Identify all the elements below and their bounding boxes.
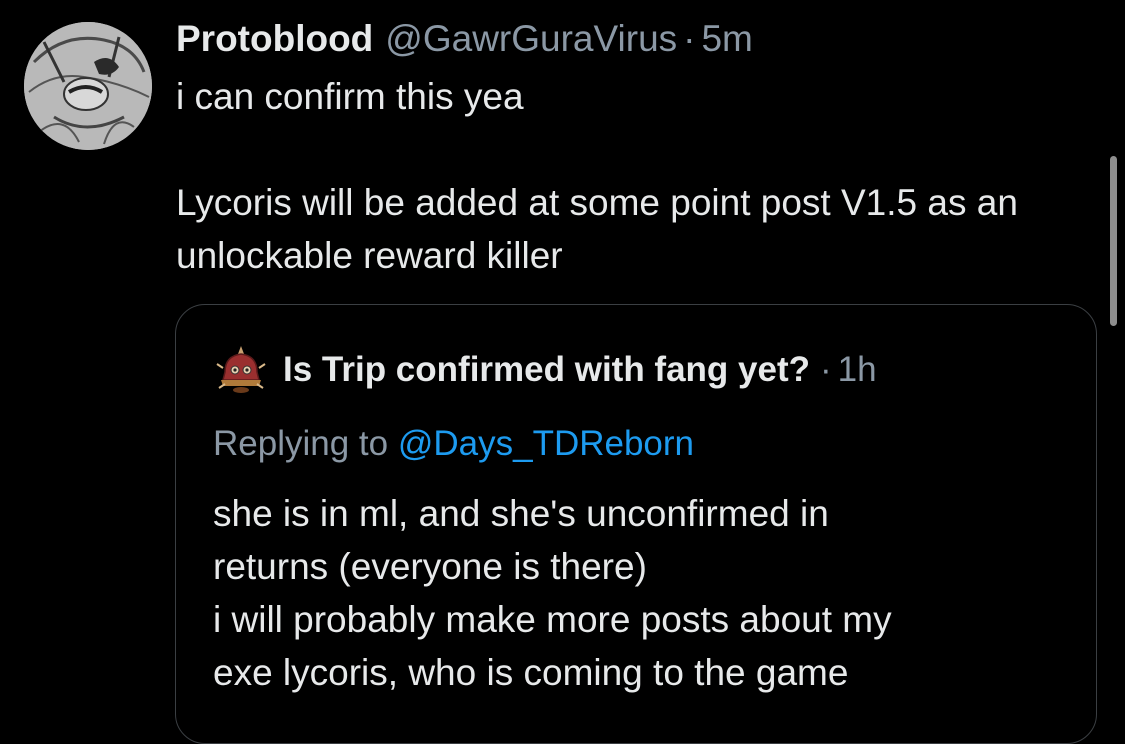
- quoted-user-avatar[interactable]: [213, 342, 269, 398]
- tweet-header: Protoblood @GawrGuraVirus · 5m: [176, 14, 753, 64]
- quoted-display-name[interactable]: Is Trip confirmed with fang yet?: [283, 350, 810, 390]
- user-avatar[interactable]: [24, 22, 152, 150]
- quoted-text-line: i will probably make more posts about my: [213, 599, 892, 640]
- replying-prefix: Replying to: [213, 424, 398, 463]
- user-handle[interactable]: @GawrGuraVirus: [385, 14, 677, 64]
- tweet-text-line: i can confirm this yea: [176, 76, 524, 117]
- display-name[interactable]: Protoblood: [176, 14, 373, 64]
- quoted-timestamp[interactable]: 1h: [838, 350, 877, 390]
- separator-dot: ·: [820, 350, 832, 389]
- quoted-tweet-card[interactable]: Is Trip confirmed with fang yet? · 1h Re…: [175, 304, 1097, 744]
- quoted-text-line: returns (everyone is there): [213, 546, 647, 587]
- tweet-text-line: Lycoris will be added at some point post…: [176, 182, 1018, 276]
- separator-dot: ·: [683, 18, 696, 59]
- quoted-text-line: exe lycoris, who is coming to the game: [213, 652, 849, 693]
- replying-to: Replying to @Days_TDReborn: [213, 419, 694, 469]
- replying-handle-link[interactable]: @Days_TDReborn: [398, 424, 694, 463]
- tweet-text: i can confirm this yea Lycoris will be a…: [176, 70, 1096, 282]
- quoted-tweet-text: she is in ml, and she's unconfirmed in r…: [213, 487, 1073, 699]
- quoted-tweet-header: Is Trip confirmed with fang yet? · 1h: [213, 345, 877, 395]
- scrollbar[interactable]: [1110, 156, 1117, 326]
- bell-character-avatar-icon: [216, 346, 266, 393]
- sketch-character-avatar-icon: [24, 22, 152, 150]
- quoted-text-line: she is in ml, and she's unconfirmed in: [213, 493, 829, 534]
- timestamp[interactable]: 5m: [701, 14, 752, 64]
